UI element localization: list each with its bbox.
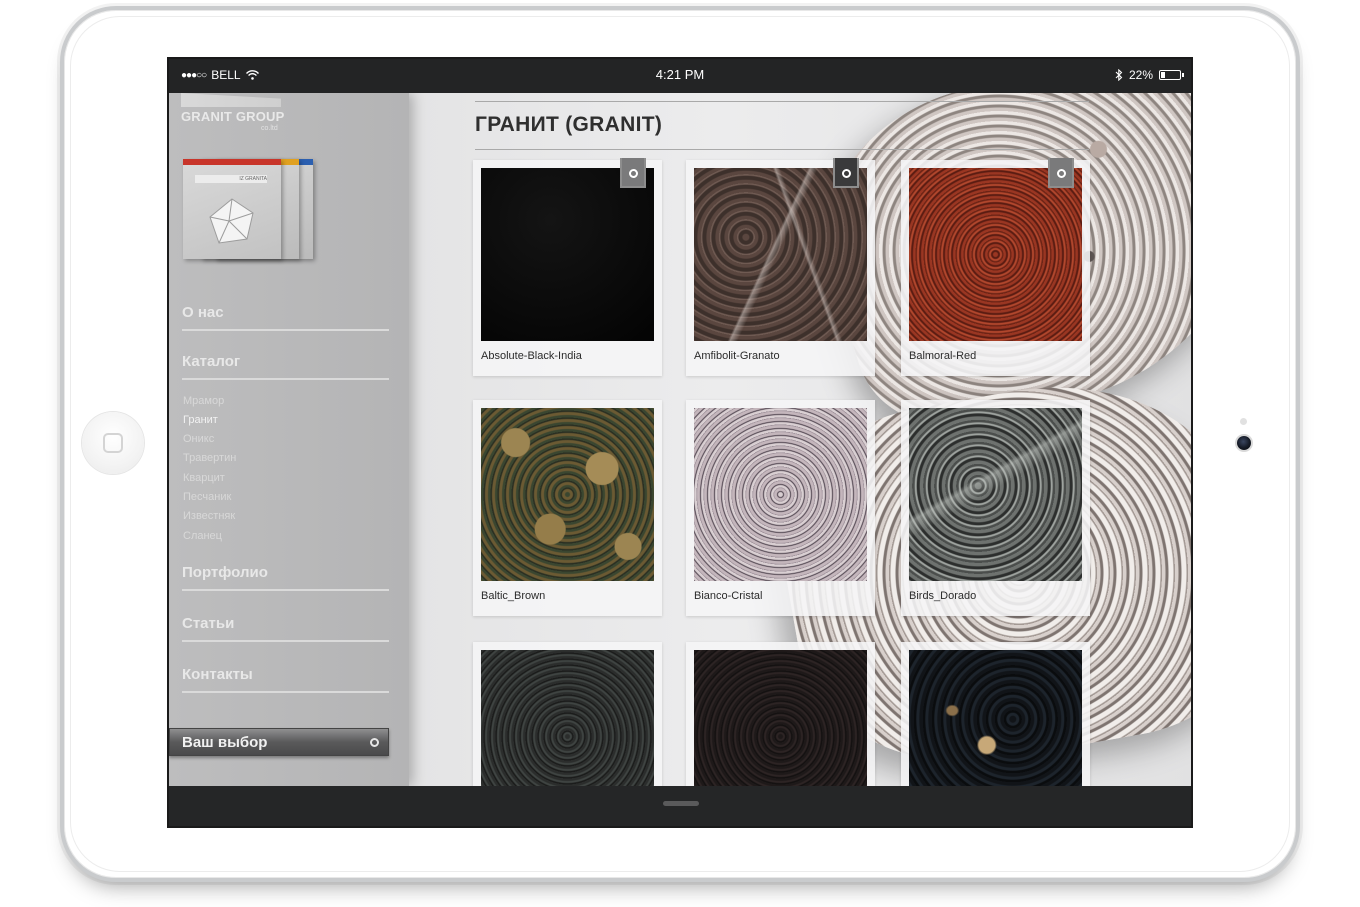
stone-name: Balmoral-Red: [909, 350, 977, 362]
brand-name: GRANIT GROUP: [181, 109, 285, 124]
front-camera: [1237, 436, 1251, 450]
submenu-granite[interactable]: Гранит: [183, 414, 218, 426]
battery-icon: [1159, 70, 1184, 80]
stone-swatch: [481, 650, 654, 786]
stone-swatch: [694, 168, 867, 341]
your-choice-label: Ваш выбор: [182, 734, 268, 751]
stone-tile-absolute-black-india[interactable]: Absolute-Black-India: [473, 158, 662, 376]
stone-name: Absolute-Black-India: [481, 350, 582, 362]
menu-articles[interactable]: Статьи: [182, 615, 389, 642]
stone-tile-bianco-cristal[interactable]: Bianco-Cristal: [686, 400, 875, 616]
catalog-page-red: IZ GRANITA: [183, 159, 281, 259]
title-divider-top: [475, 101, 1089, 102]
stone-swatch: [909, 168, 1082, 341]
menu-contacts[interactable]: Контакты: [182, 666, 389, 693]
app-content: GRANIT GROUP co.ltd IZ GRANITA О нас Кат…: [169, 93, 1191, 786]
stone-tile-dark-granite-2[interactable]: [686, 642, 875, 786]
submenu-sandstone[interactable]: Песчаник: [183, 491, 231, 503]
stone-swatch: [694, 650, 867, 786]
stone-swatch: [481, 168, 654, 341]
brand-logo[interactable]: GRANIT GROUP co.ltd: [181, 93, 291, 133]
submenu-quartzite[interactable]: Кварцит: [183, 472, 225, 484]
stone-tile-balmoral-red[interactable]: Balmoral-Red: [901, 158, 1090, 376]
submenu-marble[interactable]: Мрамор: [183, 395, 224, 407]
stone-swatch: [909, 408, 1082, 581]
crystal-emblem-icon: [209, 198, 254, 244]
logo-mark: [181, 93, 281, 107]
brand-suffix: co.ltd: [261, 125, 278, 132]
submenu-slate[interactable]: Сланец: [183, 530, 222, 542]
home-button[interactable]: [82, 412, 144, 474]
add-to-choice-button[interactable]: [1048, 158, 1074, 188]
stone-tile-dark-granite-1[interactable]: [473, 642, 662, 786]
status-bar: ●●●○○ BELL 4:21 PM 22%: [169, 59, 1191, 93]
sidebar: GRANIT GROUP co.ltd IZ GRANITA О нас Кат…: [169, 93, 409, 786]
add-to-choice-icon: [842, 169, 851, 178]
battery-percent: 22%: [1128, 68, 1153, 82]
add-to-choice-button[interactable]: [833, 158, 859, 188]
stone-swatch: [481, 408, 654, 581]
stone-swatch: [909, 650, 1082, 786]
page-title: ГРАНИТ (GRANIT): [475, 113, 663, 136]
drawer-handle[interactable]: [663, 801, 699, 806]
clock: 4:21 PM: [655, 67, 705, 82]
stone-name: Amfibolit-Granato: [694, 350, 780, 362]
menu-portfolio[interactable]: Портфолио: [182, 564, 389, 591]
screen: ●●●○○ BELL 4:21 PM 22% GRANIT GROUP co.l…: [167, 57, 1193, 828]
stone-tile-amfibolit-granato[interactable]: Amfibolit-Granato: [686, 158, 875, 376]
stone-name: Birds_Dorado: [909, 590, 977, 602]
submenu-travertine[interactable]: Травертин: [183, 452, 236, 464]
catalog-content: ГРАНИТ (GRANIT) Absolute-Black-India Amf…: [409, 93, 1191, 786]
stone-tile-dark-granite-3[interactable]: [901, 642, 1090, 786]
title-divider-bottom: [475, 149, 1089, 150]
menu-catalog[interactable]: Каталог: [182, 353, 389, 380]
your-choice-button[interactable]: Ваш выбор: [169, 728, 389, 756]
ring-icon: [370, 738, 379, 747]
stone-name: Bianco-Cristal: [694, 590, 763, 602]
add-to-choice-icon: [1057, 169, 1066, 178]
stone-tile-birds-dorado[interactable]: Birds_Dorado: [901, 400, 1090, 616]
submenu-onyx[interactable]: Оникс: [183, 433, 214, 445]
ambient-sensor: [1240, 418, 1247, 425]
stone-swatch: [694, 408, 867, 581]
catalog-cover[interactable]: IZ GRANITA: [183, 157, 315, 261]
add-to-choice-button[interactable]: [620, 158, 646, 188]
submenu-limestone[interactable]: Известняк: [183, 510, 235, 522]
stone-name: Baltic_Brown: [481, 590, 546, 602]
stone-tile-baltic-brown[interactable]: Baltic_Brown: [473, 400, 662, 616]
bluetooth-icon: [1115, 69, 1123, 81]
home-square-icon: [103, 433, 123, 453]
bottom-bar: [169, 786, 1191, 826]
menu-about[interactable]: О нас: [182, 304, 389, 331]
add-to-choice-icon: [629, 169, 638, 178]
catalog-cover-title: IZ GRANITA: [195, 175, 267, 183]
